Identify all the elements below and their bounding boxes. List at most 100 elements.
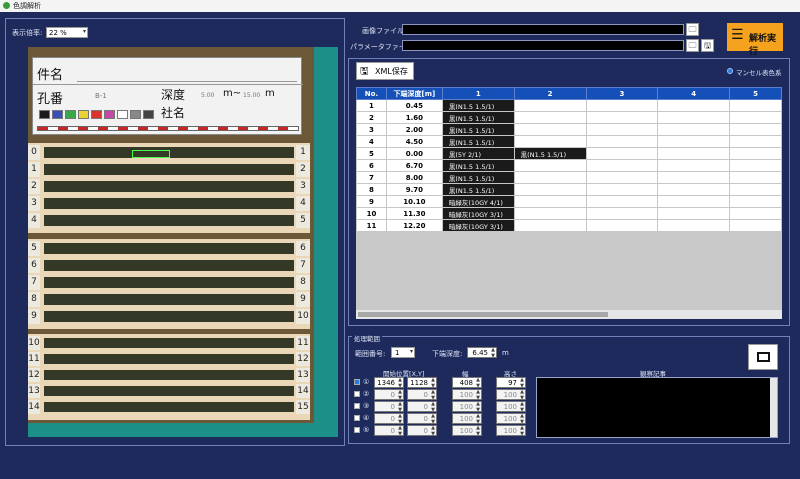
table-cell[interactable] xyxy=(513,111,587,124)
table-cell[interactable] xyxy=(729,147,782,160)
table-cell[interactable] xyxy=(585,123,659,136)
table-cell[interactable] xyxy=(729,207,782,220)
column-header[interactable]: 4 xyxy=(657,87,731,100)
table-cell[interactable] xyxy=(729,123,782,136)
region-x-input[interactable]: 0 ▲ ▼ xyxy=(374,425,404,437)
column-header[interactable]: 3 xyxy=(585,87,659,100)
xml-save-button[interactable]: 🖫 XML保存 xyxy=(356,62,414,80)
table-cell[interactable] xyxy=(729,135,782,148)
table-cell[interactable] xyxy=(513,99,587,112)
region-h-input[interactable]: 100 ▲ ▼ xyxy=(496,413,526,425)
color-result-grid[interactable]: No. 下端深度[m] 1 2 3 4 5 1 0.45 黒(N1.5 1.5/1) 2 1.60 黒… xyxy=(356,87,782,319)
table-cell[interactable]: 9.70 xyxy=(385,183,443,196)
table-cell[interactable] xyxy=(729,111,782,124)
image-file-field[interactable] xyxy=(402,24,684,35)
table-cell[interactable] xyxy=(513,195,587,208)
table-cell[interactable]: 6 xyxy=(356,159,387,172)
table-cell[interactable]: 4.50 xyxy=(385,135,443,148)
core-photo-viewport[interactable]: 件名 孔番 B-1 深度 5.00 m~ 15.00 m 社名 01122334… xyxy=(28,47,338,437)
notes-scrollbar[interactable] xyxy=(770,378,777,437)
region-checkbox[interactable] xyxy=(354,403,360,409)
table-cell[interactable]: 1 xyxy=(356,99,387,112)
table-row[interactable]: 11 12.20 暗緑灰(10GY 3/1) xyxy=(356,219,782,232)
range-no-select[interactable]: 1 ▾ xyxy=(391,347,415,358)
table-cell[interactable]: 暗緑灰(10GY 4/1) xyxy=(441,195,515,208)
scrollbar-thumb[interactable] xyxy=(358,312,608,317)
table-cell[interactable]: 11.30 xyxy=(385,207,443,220)
table-cell[interactable] xyxy=(729,183,782,196)
region-x-input[interactable]: 1346 ▲ ▼ xyxy=(374,377,404,389)
table-row[interactable]: 1 0.45 黒(N1.5 1.5/1) xyxy=(356,99,782,112)
table-row[interactable]: 2 1.60 黒(N1.5 1.5/1) xyxy=(356,111,782,124)
table-row[interactable]: 8 9.70 黒(N1.5 1.5/1) xyxy=(356,183,782,196)
table-cell[interactable] xyxy=(729,99,782,112)
table-cell[interactable] xyxy=(657,111,731,124)
region-y-input[interactable]: 0 ▲ ▼ xyxy=(407,389,437,401)
table-cell[interactable] xyxy=(585,135,659,148)
table-cell[interactable] xyxy=(585,159,659,172)
table-cell[interactable]: 3 xyxy=(356,123,387,136)
table-cell[interactable]: 黒(N1.5 1.5/1) xyxy=(441,99,515,112)
table-row[interactable]: 7 8.00 黒(N1.5 1.5/1) xyxy=(356,171,782,184)
table-row[interactable]: 4 4.50 黒(N1.5 1.5/1) xyxy=(356,135,782,148)
table-cell[interactable]: 4 xyxy=(356,135,387,148)
column-header[interactable]: 5 xyxy=(729,87,782,100)
table-cell[interactable] xyxy=(513,171,587,184)
region-w-input[interactable]: 100 ▲ ▼ xyxy=(452,413,482,425)
region-checkbox[interactable] xyxy=(354,391,360,397)
region-w-input[interactable]: 408 ▲ ▼ xyxy=(452,377,482,389)
region-y-input[interactable]: 1128 ▲ ▼ xyxy=(407,377,437,389)
munsell-radio[interactable] xyxy=(727,68,733,74)
open-image-file-button[interactable]: 🗀 xyxy=(686,23,699,36)
table-cell[interactable] xyxy=(657,219,731,232)
table-cell[interactable]: 12.20 xyxy=(385,219,443,232)
table-row[interactable]: 5 0.00 黒(5Y 2/1) 黒(N1.5 1.5/1) xyxy=(356,147,782,160)
run-analysis-button[interactable]: ☰ 解析実行 xyxy=(727,23,783,57)
region-h-input[interactable]: 100 ▲ ▼ xyxy=(496,425,526,437)
table-cell[interactable]: 5 xyxy=(356,147,387,160)
table-cell[interactable] xyxy=(657,171,731,184)
table-cell[interactable] xyxy=(585,147,659,160)
table-cell[interactable] xyxy=(729,171,782,184)
table-cell[interactable]: 2.00 xyxy=(385,123,443,136)
region-h-input[interactable]: 97 ▲ ▼ xyxy=(496,377,526,389)
region-h-input[interactable]: 100 ▲ ▼ xyxy=(496,401,526,413)
table-cell[interactable]: 7 xyxy=(356,171,387,184)
table-cell[interactable] xyxy=(657,99,731,112)
table-cell[interactable] xyxy=(657,123,731,136)
region-checkbox[interactable] xyxy=(354,415,360,421)
table-cell[interactable]: 暗緑灰(10GY 3/1) xyxy=(441,219,515,232)
region-y-input[interactable]: 0 ▲ ▼ xyxy=(407,425,437,437)
table-cell[interactable]: 11 xyxy=(356,219,387,232)
table-cell[interactable] xyxy=(657,195,731,208)
table-cell[interactable] xyxy=(657,147,731,160)
table-cell[interactable] xyxy=(513,183,587,196)
region-w-input[interactable]: 100 ▲ ▼ xyxy=(452,401,482,413)
region-w-input[interactable]: 100 ▲ ▼ xyxy=(452,425,482,437)
region-checkbox[interactable] xyxy=(354,379,360,385)
table-cell[interactable] xyxy=(657,159,731,172)
table-cell[interactable]: 1.60 xyxy=(385,111,443,124)
table-cell[interactable] xyxy=(657,207,731,220)
table-cell[interactable] xyxy=(585,207,659,220)
selection-rectangle[interactable] xyxy=(132,150,170,158)
table-cell[interactable] xyxy=(585,99,659,112)
open-param-file-button[interactable]: 🗀 xyxy=(686,39,699,52)
select-rectangle-button[interactable] xyxy=(748,344,778,370)
table-cell[interactable]: 8.00 xyxy=(385,171,443,184)
table-cell[interactable]: 0.00 xyxy=(385,147,443,160)
region-checkbox[interactable] xyxy=(354,427,360,433)
table-cell[interactable] xyxy=(729,219,782,232)
table-cell[interactable] xyxy=(513,123,587,136)
table-cell[interactable] xyxy=(729,195,782,208)
region-x-input[interactable]: 0 ▲ ▼ xyxy=(374,389,404,401)
table-cell[interactable]: 黒(5Y 2/1) xyxy=(441,147,515,160)
region-h-input[interactable]: 100 ▲ ▼ xyxy=(496,389,526,401)
table-cell[interactable] xyxy=(513,135,587,148)
table-cell[interactable]: 黒(N1.5 1.5/1) xyxy=(441,123,515,136)
table-row[interactable]: 3 2.00 黒(N1.5 1.5/1) xyxy=(356,123,782,136)
table-cell[interactable]: 9 xyxy=(356,195,387,208)
table-cell[interactable] xyxy=(585,183,659,196)
table-cell[interactable]: 2 xyxy=(356,111,387,124)
table-cell[interactable] xyxy=(729,159,782,172)
